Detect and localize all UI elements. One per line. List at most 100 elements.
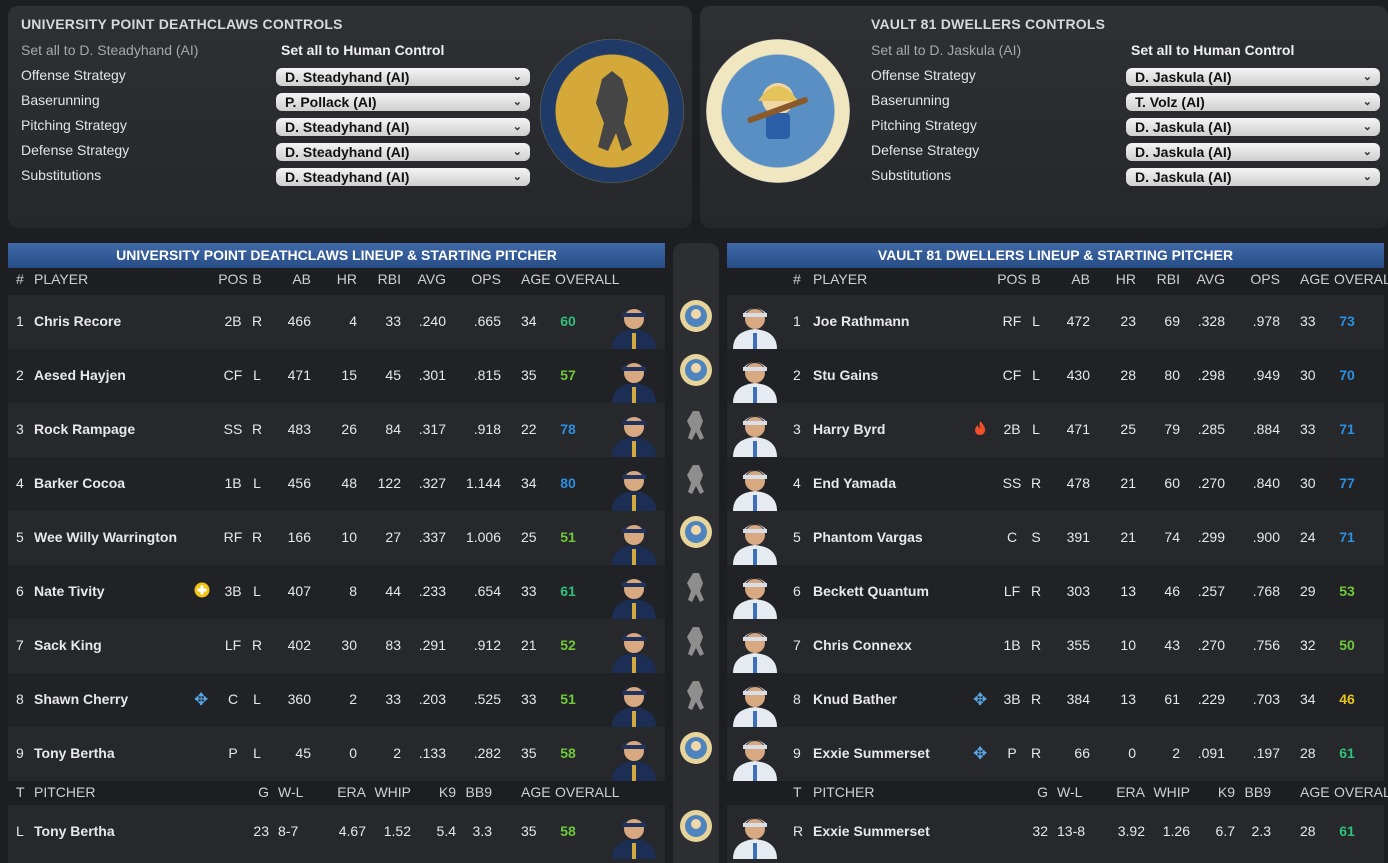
player-name[interactable]: Sack King bbox=[34, 637, 102, 653]
player-row[interactable]: 3 Rock Rampage SS R 483 26 84.317.918 22 78 bbox=[8, 403, 665, 457]
control-select[interactable]: P. Pollack (AI) ⌄ bbox=[276, 93, 530, 111]
age: 35 bbox=[521, 823, 537, 839]
control-select[interactable]: D. Jaskula (AI) ⌄ bbox=[1126, 68, 1380, 86]
chevron-down-icon: ⌄ bbox=[512, 121, 522, 133]
player-headshot bbox=[727, 729, 783, 781]
player-name[interactable]: Harry Byrd bbox=[813, 421, 885, 437]
player-name[interactable]: Nate Tivity bbox=[34, 583, 105, 599]
player-row[interactable]: 6 Nate Tivity 3B L 407 8 44.233.654 33 61 bbox=[8, 565, 665, 619]
player-name[interactable]: Wee Willy Warrington bbox=[34, 529, 177, 545]
player-headshot bbox=[727, 621, 783, 673]
player-name[interactable]: Stu Gains bbox=[813, 367, 878, 383]
home-runs: 23 bbox=[1120, 313, 1136, 329]
ops: .840 bbox=[1252, 475, 1280, 491]
player-name[interactable]: Phantom Vargas bbox=[813, 529, 923, 545]
control-select[interactable]: D. Steadyhand (AI) ⌄ bbox=[276, 118, 530, 136]
set-all-ai-button[interactable]: Set all to D. Jaskula (AI) bbox=[871, 42, 1021, 58]
at-bats: 466 bbox=[287, 313, 311, 329]
home-runs: 26 bbox=[341, 421, 357, 437]
batting-order: 8 bbox=[16, 691, 24, 707]
control-label: Defense Strategy bbox=[21, 142, 130, 158]
player-name[interactable]: Tony Bertha bbox=[34, 745, 115, 761]
player-row[interactable]: 5 Phantom Vargas C S 391 21 74.299.900 24 71 bbox=[727, 511, 1384, 565]
player-row[interactable]: 3 Harry Byrd 2B L 471 25 79.285.884 33 71 bbox=[727, 403, 1384, 457]
player-name[interactable]: Knud Bather bbox=[813, 691, 897, 707]
control-select[interactable]: D. Steadyhand (AI) ⌄ bbox=[276, 143, 530, 161]
player-row[interactable]: 4 Barker Cocoa 1B L 456 48 122.327 1.144 34 80 bbox=[8, 457, 665, 511]
rbi: 43 bbox=[1164, 637, 1180, 653]
overall-rating: 80 bbox=[560, 475, 576, 491]
batting-order: 6 bbox=[793, 583, 801, 599]
control-select[interactable]: D. Steadyhand (AI) ⌄ bbox=[276, 168, 530, 186]
col-player: PLAYER bbox=[34, 271, 89, 287]
player-name[interactable]: Chris Recore bbox=[34, 313, 121, 329]
pitcher-name[interactable]: Tony Bertha bbox=[34, 823, 115, 839]
at-bats: 471 bbox=[1066, 421, 1090, 437]
batting-order: 7 bbox=[16, 637, 24, 653]
ops: .978 bbox=[1252, 313, 1280, 329]
player-row[interactable]: 2 Aesed Hayjen CF L 471 15 45.301.815 35 57 bbox=[8, 349, 665, 403]
player-name[interactable]: Rock Rampage bbox=[34, 421, 135, 437]
player-row[interactable]: 5 Wee Willy Warrington RF R 166 10 27.337 1.006… bbox=[8, 511, 665, 565]
col-player: PLAYER bbox=[813, 271, 868, 287]
player-row[interactable]: 1 Joe Rathmann RF L 472 23 69.328.978 33 73 bbox=[727, 295, 1384, 349]
batting-order: 6 bbox=[16, 583, 24, 599]
at-bats: 478 bbox=[1066, 475, 1090, 491]
player-name[interactable]: Exxie Summerset bbox=[813, 745, 930, 761]
control-select[interactable]: D. Steadyhand (AI) ⌄ bbox=[276, 68, 530, 86]
pitcher-name[interactable]: Exxie Summerset bbox=[813, 823, 930, 839]
set-all-human-button[interactable]: Set all to Human Control bbox=[1131, 42, 1294, 58]
player-row[interactable]: 7 Sack King LF R 402 30 83.291.912 21 52 bbox=[8, 619, 665, 673]
ops: .525 bbox=[473, 691, 501, 707]
player-name[interactable]: Shawn Cherry bbox=[34, 691, 128, 707]
batting-average: .317 bbox=[418, 421, 446, 437]
player-row[interactable]: 7 Chris Connexx 1B R 355 10 43.270.756 32 50 bbox=[727, 619, 1384, 673]
starting-pitcher-row[interactable]: L Tony Bertha 23 8-7 4.67 1.52 5.4 3.3 35 58 bbox=[8, 805, 665, 863]
player-row[interactable]: 1 Chris Recore 2B R 466 4 33.240.665 34 60 bbox=[8, 295, 665, 349]
bats: L bbox=[1032, 421, 1040, 437]
player-row[interactable]: 9 Exxie Summerset P R 66 0 2.091.197 28 61 ✥ bbox=[727, 727, 1384, 781]
starting-pitcher-row[interactable]: R Exxie Summerset 32 13-8 3.92 1.26 6.7 2.3 28 61 bbox=[727, 805, 1384, 863]
col-ops: OPS bbox=[471, 271, 501, 287]
era: 3.92 bbox=[1117, 823, 1145, 839]
ops: 1.144 bbox=[465, 475, 501, 491]
player-name[interactable]: Barker Cocoa bbox=[34, 475, 125, 491]
player-name[interactable]: Beckett Quantum bbox=[813, 583, 929, 599]
player-name[interactable]: Aesed Hayjen bbox=[34, 367, 126, 383]
age: 35 bbox=[521, 367, 537, 383]
player-row[interactable]: 2 Stu Gains CF L 430 28 80.298.949 30 70 bbox=[727, 349, 1384, 403]
player-headshot bbox=[606, 405, 662, 457]
control-select[interactable]: D. Jaskula (AI) ⌄ bbox=[1126, 168, 1380, 186]
age: 33 bbox=[1300, 421, 1316, 437]
bats: L bbox=[253, 745, 261, 761]
col-whip: WHIP bbox=[374, 784, 411, 800]
col-hr: HR bbox=[336, 271, 357, 287]
player-row[interactable]: 6 Beckett Quantum LF R 303 13 46.257.768 29 53 bbox=[727, 565, 1384, 619]
player-name[interactable]: End Yamada bbox=[813, 475, 896, 491]
ops: .912 bbox=[473, 637, 501, 653]
control-select[interactable]: T. Volz (AI) ⌄ bbox=[1126, 93, 1380, 111]
player-name[interactable]: Chris Connexx bbox=[813, 637, 912, 653]
col-g: G bbox=[258, 784, 269, 800]
age: 34 bbox=[521, 475, 537, 491]
whip: 1.26 bbox=[1162, 823, 1190, 839]
home-runs: 13 bbox=[1120, 691, 1136, 707]
player-row[interactable]: 8 Knud Bather 3B R 384 13 61.229.703 34 46 ✥ bbox=[727, 673, 1384, 727]
player-row[interactable]: 8 Shawn Cherry C L 360 2 33.203.525 33 51 ✥ bbox=[8, 673, 665, 727]
player-name[interactable]: Joe Rathmann bbox=[813, 313, 909, 329]
batting-average: .291 bbox=[418, 637, 446, 653]
right-lineup-title: VAULT 81 DWELLERS LINEUP & STARTING PITC… bbox=[727, 243, 1384, 268]
control-label: Baserunning bbox=[21, 92, 100, 108]
control-label: Substitutions bbox=[871, 167, 952, 183]
control-select-value: D. Jaskula (AI) bbox=[1135, 119, 1232, 135]
at-bats: 66 bbox=[1074, 745, 1090, 761]
control-select[interactable]: D. Jaskula (AI) ⌄ bbox=[1126, 118, 1380, 136]
player-row[interactable]: 9 Tony Bertha P L 45 0 2.133.282 35 58 bbox=[8, 727, 665, 781]
player-row[interactable]: 4 End Yamada SS R 478 21 60.270.840 30 77 bbox=[727, 457, 1384, 511]
set-all-ai-button[interactable]: Set all to D. Steadyhand (AI) bbox=[21, 42, 198, 58]
control-select[interactable]: D. Jaskula (AI) ⌄ bbox=[1126, 143, 1380, 161]
at-bats: 166 bbox=[287, 529, 311, 545]
player-headshot bbox=[606, 297, 662, 349]
set-all-human-button[interactable]: Set all to Human Control bbox=[281, 42, 444, 58]
rbi: 33 bbox=[385, 691, 401, 707]
